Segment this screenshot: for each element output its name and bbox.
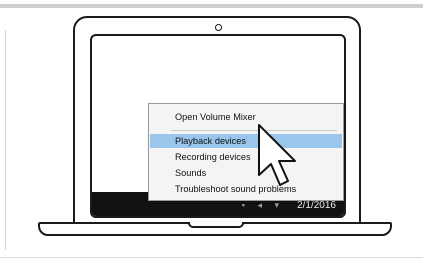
menu-item-open-volume-mixer[interactable]: Open Volume Mixer	[150, 110, 342, 124]
tray-icons[interactable]: ▪ ◂ ▾	[242, 200, 284, 211]
menu-separator	[171, 130, 337, 131]
sound-context-menu: Open Volume Mixer Playback devices Recor…	[148, 103, 344, 201]
top-divider	[0, 4, 423, 8]
menu-item-sounds[interactable]: Sounds	[150, 166, 342, 180]
bottom-divider	[0, 257, 423, 258]
laptop-base	[38, 222, 392, 236]
menu-item-recording-devices[interactable]: Recording devices	[150, 150, 342, 164]
left-divider	[5, 30, 6, 250]
camera-icon	[215, 24, 222, 31]
menu-item-troubleshoot-sound[interactable]: Troubleshoot sound problems	[150, 182, 342, 196]
tray-date[interactable]: 2/1/2016	[297, 200, 336, 211]
laptop-notch	[188, 222, 244, 228]
mouse-cursor-icon	[258, 124, 296, 186]
menu-item-playback-devices[interactable]: Playback devices	[150, 134, 342, 148]
